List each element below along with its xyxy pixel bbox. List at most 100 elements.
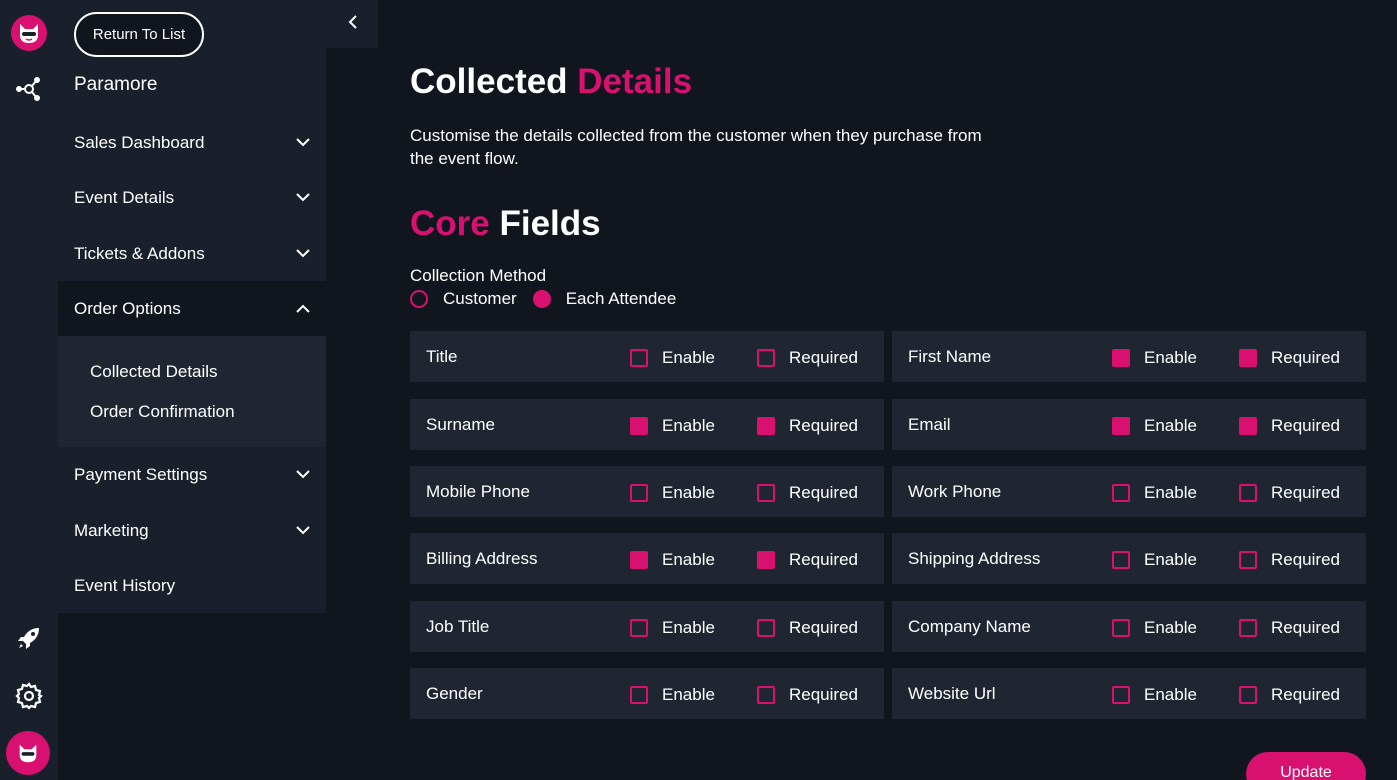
update-button[interactable]: Update [1246,752,1366,780]
page-title: Collected Details [410,62,692,102]
sidebar-nav: Sales Dashboard Event Details Tickets & … [58,115,326,613]
required-checkbox[interactable] [757,619,775,637]
chevron-down-icon [296,247,310,261]
icon-rail [0,0,58,780]
radio-each-attendee[interactable] [532,290,551,308]
network-icon[interactable] [14,74,44,104]
required-label: Required [1271,483,1340,502]
required-checkbox[interactable] [757,349,775,367]
page-title-white: Collected [410,62,568,101]
required-checkbox[interactable] [757,551,775,569]
enable-checkbox[interactable] [1112,619,1130,637]
enable-checkbox[interactable] [630,484,648,502]
required-label: Required [1271,685,1340,704]
enable-checkbox[interactable] [630,551,648,569]
field-label: Title [426,347,458,366]
required-label: Required [789,416,858,435]
chevron-down-icon [296,468,310,482]
section-title-accent: Core [410,204,490,243]
enable-checkbox[interactable] [1112,484,1130,502]
chevron-up-icon [296,302,310,316]
chevron-down-icon [296,136,310,150]
enable-checkbox[interactable] [630,349,648,367]
cat-avatar-icon[interactable] [6,731,50,775]
sidebar-header: Return To List Paramore [58,0,326,115]
enable-checkbox[interactable] [630,417,648,435]
enable-checkbox[interactable] [630,686,648,704]
collection-method-radio-group: Customer Each Attendee [410,289,692,309]
enable-checkbox[interactable] [1112,417,1130,435]
required-label: Required [1271,348,1340,367]
field-row-company-name: Company Name Enable Required [892,601,1366,652]
sidebar-item-label: Event History [74,575,176,595]
field-row-website-url: Website Url Enable Required [892,668,1366,719]
required-label: Required [789,483,858,502]
field-label: Work Phone [908,482,1002,501]
required-label: Required [789,618,858,637]
enable-checkbox[interactable] [1112,551,1130,569]
sidebar-item-label: Event Details [74,187,175,207]
page-description: Customise the details collected from the… [410,126,982,168]
enable-label: Enable [662,618,715,637]
sidebar-item-payment-settings[interactable]: Payment Settings [58,447,326,502]
field-label: Email [908,415,951,434]
sidebar-subitem-order-confirmation[interactable]: Order Confirmation [90,402,235,422]
sidebar-item-label: Tickets & Addons [74,243,205,263]
required-checkbox[interactable] [757,484,775,502]
rocket-icon[interactable] [14,623,44,653]
sidebar-item-label: Sales Dashboard [74,132,205,152]
enable-label: Enable [662,685,715,704]
gear-icon[interactable] [14,681,44,711]
required-checkbox[interactable] [1239,686,1257,704]
sidebar-item-event-details[interactable]: Event Details [58,170,326,225]
field-row-first-name: First Name Enable Required [892,331,1366,382]
field-label: Company Name [908,617,1031,636]
field-label: Job Title [426,617,490,636]
sidebar-item-marketing[interactable]: Marketing [58,503,326,558]
sidebar-item-order-options[interactable]: Order Options [58,281,326,336]
required-checkbox[interactable] [1239,551,1257,569]
collapse-sidebar-button[interactable] [326,0,378,48]
enable-label: Enable [1144,550,1197,569]
chevron-down-icon [296,524,310,538]
enable-label: Enable [1144,685,1197,704]
sidebar-item-event-history[interactable]: Event History [58,558,326,613]
field-label: Shipping Address [908,549,1041,568]
field-row-email: Email Enable Required [892,399,1366,450]
section-title-white: Fields [499,204,601,243]
field-label: First Name [908,347,992,366]
enable-checkbox[interactable] [1112,686,1130,704]
enable-checkbox[interactable] [1112,349,1130,367]
sidebar-item-tickets-addons[interactable]: Tickets & Addons [58,226,326,281]
required-checkbox[interactable] [757,686,775,704]
page-title-accent: Details [577,62,693,101]
enable-label: Enable [1144,483,1197,502]
radio-customer[interactable] [410,290,428,308]
enable-label: Enable [1144,348,1197,367]
field-label: Gender [426,684,483,703]
field-row-mobile-phone: Mobile Phone Enable Required [410,466,884,517]
sidebar-item-label: Marketing [74,520,149,540]
field-label: Billing Address [426,549,538,568]
required-label: Required [789,348,858,367]
field-row-title: Title Enable Required [410,331,884,382]
required-label: Required [1271,550,1340,569]
required-label: Required [1271,618,1340,637]
field-label: Surname [426,415,495,434]
sidebar-item-sales-dashboard[interactable]: Sales Dashboard [58,115,326,170]
field-row-shipping-address: Shipping Address Enable Required [892,533,1366,584]
enable-checkbox[interactable] [630,619,648,637]
radio-customer-label: Customer [443,289,517,308]
cat-logo-icon[interactable] [11,15,47,51]
required-checkbox[interactable] [1239,417,1257,435]
collection-method-label: Collection Method [410,266,547,285]
return-to-list-button[interactable]: Return To List [74,12,204,57]
sidebar-subitem-collected-details[interactable]: Collected Details [90,362,218,382]
enable-label: Enable [1144,618,1197,637]
sidebar-item-label: Order Options [74,298,181,318]
required-checkbox[interactable] [1239,484,1257,502]
required-checkbox[interactable] [1239,349,1257,367]
required-checkbox[interactable] [757,417,775,435]
chevron-left-icon [348,14,357,34]
required-checkbox[interactable] [1239,619,1257,637]
